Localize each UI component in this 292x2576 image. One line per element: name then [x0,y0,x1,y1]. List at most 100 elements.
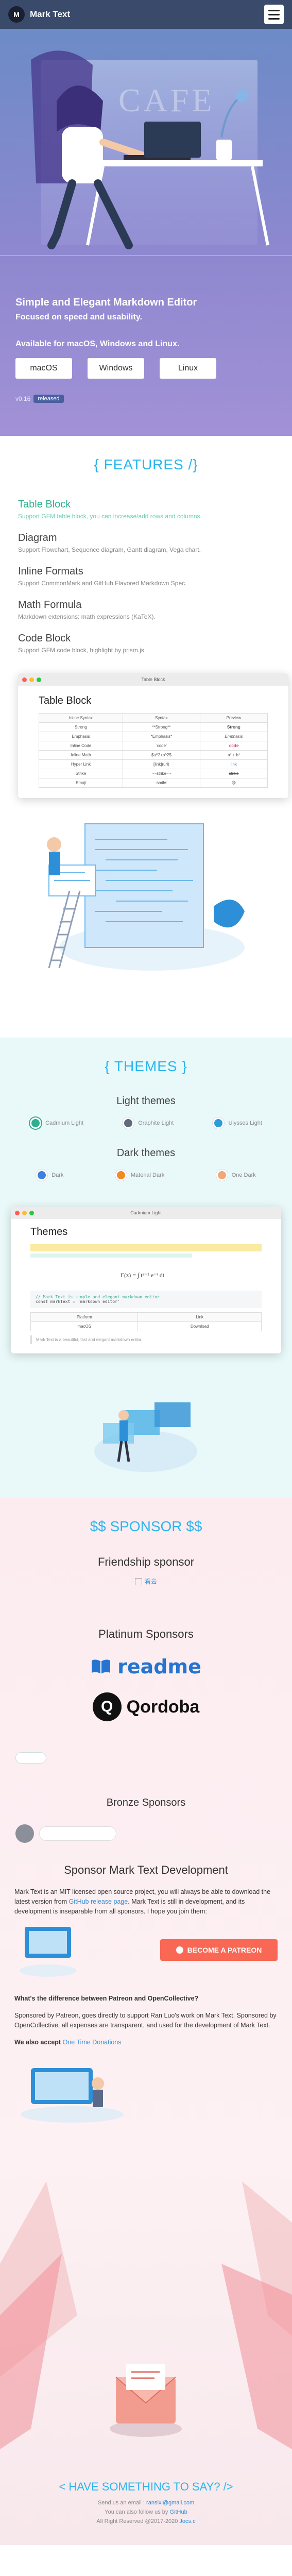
broken-image-icon [135,1578,143,1585]
code-line: const markText = 'markdown editor' [36,1299,120,1304]
sponsor-bottom-illustration [21,2068,124,2123]
download-windows-button[interactable]: Windows [88,358,144,379]
footer-email-line: Send us an email : ransixi@gmail.com [0,2500,292,2506]
sponsor-readme[interactable]: readme [0,1655,292,1678]
table-cell: 😄 [199,778,268,788]
feature-item-table[interactable]: Table Block Support GFM table block, you… [18,494,274,527]
theme-swatch-icon [216,1170,228,1181]
hero-illustration: CAFE [0,50,292,256]
theme-name: Graphite Light [138,1120,174,1126]
sponsor-illustration [20,1927,76,1977]
dark-themes-heading: Dark themes [116,1147,176,1159]
table-cell: Strong [39,722,123,732]
window-title: Table Block [141,677,165,682]
feature-name: Inline Formats [18,566,83,577]
feature-name: Code Block [18,633,71,644]
bronze-avatar[interactable] [15,1824,34,1843]
theme-ulysses-light[interactable]: Ulysses Light [213,1117,262,1129]
copyright: All Right Reserved @2017-2020 [96,2518,178,2524]
highlight-bar [30,1244,262,1251]
difference-text: Sponsored by Patreon, goes directly to s… [14,2012,277,2029]
become-patreon-button[interactable]: BECOME A PATREON [160,1939,278,1961]
qordoba-logo-icon: Q [92,1692,122,1721]
table-cell: strike [199,769,268,778]
sponsor-placeholder-badge[interactable] [15,1752,292,1766]
table-cell: $a^2+b^2$ [123,750,200,760]
brand-name: Mark Text [30,9,71,19]
email-link[interactable]: ransixi@gmail.com [146,2500,194,2506]
table-header: Link [138,1312,262,1322]
code-block: // Mark Text is simple and elegant markd… [30,1291,262,1308]
theme-table: Platform Link macOS Download [30,1312,262,1331]
theme-one-dark[interactable]: One Dark [216,1170,256,1181]
download-linux-button[interactable]: Linux [160,358,216,379]
version-badge: released [33,395,64,403]
one-time-prefix: We also accept [14,2039,63,2046]
feature-item-inline-formats[interactable]: Inline Formats Support CommonMark and Gi… [18,561,274,594]
theme-swatch-icon [123,1117,134,1129]
themes-section: { THEMES } Light themes Cadmium Light Gr… [0,1038,292,1498]
code-comment: // Mark Text is simple and elegant markd… [36,1295,160,1299]
table-cell: Strike [39,769,123,778]
theme-name: Dark [51,1172,64,1178]
table-cell: Download [138,1321,262,1331]
feature-desc: Markdown extensions: math expressions (K… [18,613,156,620]
github-link[interactable]: GitHub [169,2509,187,2515]
hero: CAFE Simple and Elegant Markdown Editor … [0,29,292,436]
version-label: v0.16 [15,395,31,402]
sponsor-title: $$ SPONSOR $$ [90,1518,202,1534]
table-header: Syntax [123,713,200,723]
themes-title: { THEMES } [105,1058,187,1074]
sponsor-qordoba[interactable]: Q Qordoba [0,1692,292,1721]
version-info[interactable]: v0.16 released [15,395,64,403]
theme-dark[interactable]: Dark [36,1170,63,1181]
table-header: Preview [199,713,268,723]
table-cell: code [199,741,268,751]
table-header: Inline Syntax [39,713,123,723]
syntax-table: Inline Syntax Syntax Preview Strong **Str… [39,713,268,788]
patreon-icon [176,1946,183,1954]
author-link[interactable]: Jocs.c [179,2518,195,2524]
brand[interactable]: M Mark Text [8,6,70,23]
readme-logo-text: readme [117,1655,201,1678]
table-cell: macOS [30,1321,139,1331]
bronze-input-placeholder[interactable] [39,1826,116,1841]
patreon-label: BECOME A PATREON [187,1946,262,1954]
table-cell: Inline Code [39,741,123,751]
menu-icon[interactable] [264,5,284,24]
feature-item-code[interactable]: Code Block Support GFM code block, highl… [18,628,274,661]
download-macos-button[interactable]: macOS [15,358,72,379]
table-header: Platform [30,1312,139,1322]
theme-swatch-icon [213,1117,225,1129]
email-prefix: Send us an email : [97,2500,147,2506]
table-row: Inline Math $a^2+b^2$ a² + b² [39,750,268,760]
feature-name: Table Block [18,499,71,510]
table-cell[interactable]: link [199,759,268,769]
feature-desc: Support Flowchart, Sequence diagram, Gan… [18,546,201,553]
table-cell: Emphasis [199,732,268,741]
theme-graphite-light[interactable]: Graphite Light [123,1117,174,1129]
github-release-link[interactable]: GitHub release page [69,1898,128,1905]
friendship-heading: Friendship sponsor [97,1555,195,1568]
footer-title: < HAVE SOMETHING TO SAY? /> [59,2480,233,2493]
sponsor-section: $$ SPONSOR $$ Friendship sponsor 看云 Plat… [0,1498,292,2161]
theme-name: One Dark [231,1172,256,1178]
feature-preview-window: Table Block Table Block Inline Syntax Sy… [18,673,288,798]
theme-swatch-icon [30,1117,42,1129]
develop-paragraph: Mark Text is an MIT licensed open source… [14,1887,278,1917]
table-row: Strike ~~strike~~ strike [39,769,268,778]
develop-heading: Sponsor Mark Text Development [64,1863,228,1876]
table-row: Inline Code `code` code [39,741,268,751]
table-cell: :smile: [123,778,200,788]
theme-name: Ulysses Light [228,1120,262,1126]
one-time-donations-link[interactable]: One Time Donations [63,2039,122,2046]
theme-cadmium-light[interactable]: Cadmium Light [30,1117,83,1129]
theme-material-dark[interactable]: Material Dark [115,1170,164,1181]
theme-preview-window: Cadmium Light Themes Γ(z) = ∫ tᶻ⁻¹ e⁻ᵗ d… [11,1207,281,1353]
doc-heading: Table Block [39,695,92,706]
friendship-sponsor-logo[interactable]: 看云 [0,1577,292,1586]
feature-name: Diagram [18,532,57,544]
feature-item-math[interactable]: Math Formula Markdown extensions: math e… [18,594,274,628]
table-cell: [link](url) [123,759,200,769]
feature-item-diagram[interactable]: Diagram Support Flowchart, Sequence diag… [18,527,274,561]
